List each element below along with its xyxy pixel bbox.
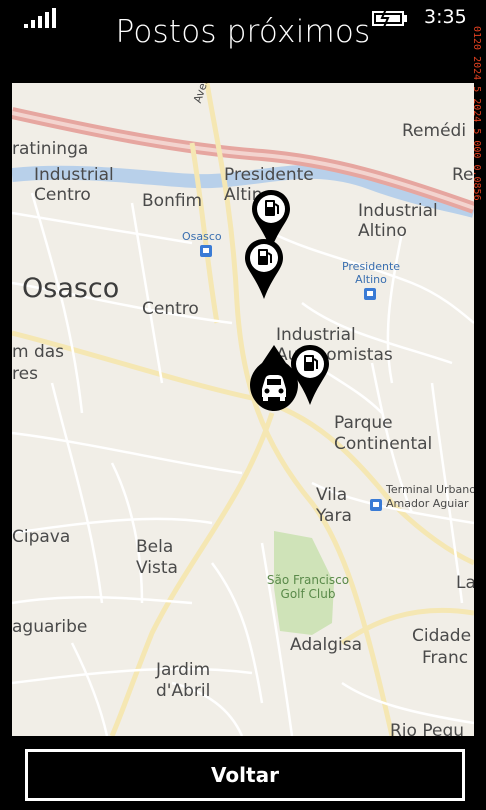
- map-label-res: res: [12, 364, 38, 384]
- map-label-industrial-centro: Industrial Centro: [34, 165, 114, 206]
- map-label-aguaribe: aguaribe: [12, 617, 88, 637]
- bus-terminal-icon: [370, 499, 382, 511]
- map-label-centro: Centro: [142, 299, 199, 319]
- map-label-osasco: Osasco: [22, 273, 120, 304]
- page-title: Postos próximos: [115, 14, 371, 50]
- map-label-franc: Franc: [422, 648, 469, 668]
- fuel-station-pin-icon[interactable]: [245, 239, 283, 299]
- map-label-industrial-altino: Industrial Altino: [358, 201, 438, 242]
- map-label-re: Re: [452, 165, 474, 185]
- map-label-la: La: [456, 573, 474, 593]
- map-label-bonfim: Bonfim: [142, 191, 203, 211]
- map-label-bela-vista: Bela Vista: [136, 537, 178, 579]
- map-label-remedios: Remédi: [402, 121, 467, 141]
- map-label-cipava: Cipava: [12, 527, 71, 547]
- back-button[interactable]: Voltar: [25, 749, 465, 801]
- map-label-osasco-station: Osasco: [182, 230, 222, 243]
- map-label-m-das: m das: [12, 342, 65, 362]
- map-label-jardim-abril: Jardim d'Abril: [156, 660, 211, 702]
- map-label-adalgisa: Adalgisa: [290, 635, 363, 655]
- map-label-presidente-altino-station: Presidente Altino: [341, 260, 401, 287]
- map-label-ratininga: ratininga: [12, 139, 89, 159]
- map-label-vila-yara: Vila Yara: [316, 485, 352, 527]
- map-label-golf-club: São Francisco Golf Club: [266, 573, 350, 602]
- map-view[interactable]: Avenida Remédi ratininga Industrial Cent…: [12, 83, 474, 736]
- current-location-car-icon[interactable]: [250, 345, 298, 411]
- map-label-rio-pequ: Rio Pequ: [390, 721, 465, 737]
- map-label-terminal: Terminal Urbano Amador Aguiar: [386, 483, 474, 510]
- map-label-parque-continental: Parque Continental: [334, 413, 433, 455]
- transit-station-osasco-icon: [200, 245, 212, 257]
- map-label-cidade: Cidade: [412, 626, 472, 646]
- transit-station-altino-icon: [364, 288, 376, 300]
